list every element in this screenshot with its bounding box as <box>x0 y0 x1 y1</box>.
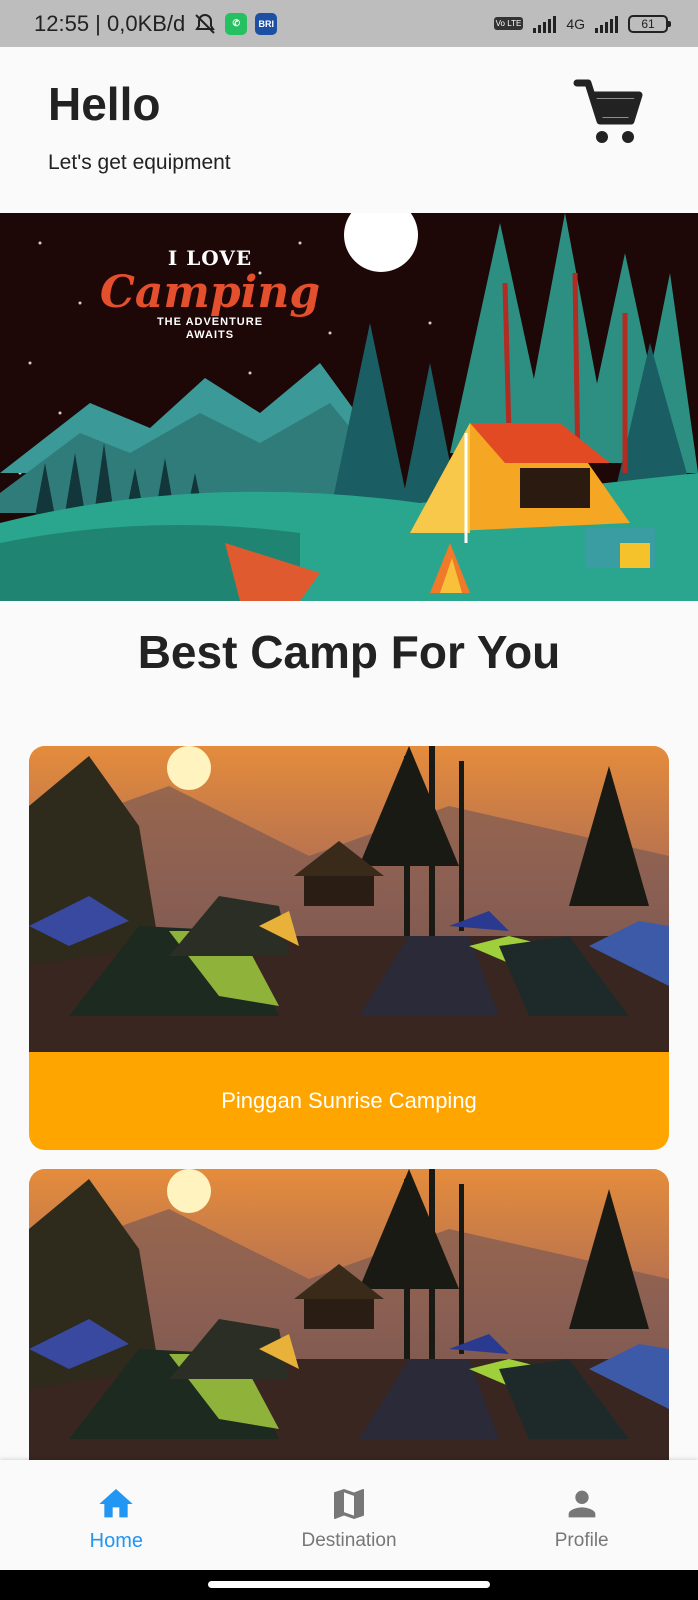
greeting-subtitle: Let's get equipment <box>48 151 231 174</box>
signal-icon-2 <box>595 15 618 33</box>
volte-icon: Vo LTE <box>493 17 524 30</box>
camp-card[interactable] <box>29 1169 669 1469</box>
camping-banner: I LOVE Camping THE ADVENTURE AWAITS <box>0 213 698 601</box>
home-icon <box>99 1489 133 1518</box>
signal-icon <box>533 15 557 33</box>
app-header: Hello Let's get equipment <box>0 47 698 213</box>
nav-destination[interactable]: Destination <box>233 1460 466 1570</box>
bri-app-icon: BRI <box>255 12 278 35</box>
status-bar: 12:55 | 0,0KB/d ✆ BRI Vo LTE 4G 61 <box>0 0 698 47</box>
nav-profile[interactable]: Profile <box>465 1460 698 1570</box>
home-gesture-pill[interactable] <box>208 1581 490 1588</box>
banner-title: I LOVE Camping THE ADVENTURE AWAITS <box>95 246 325 342</box>
section-title: Best Camp For You <box>137 626 561 678</box>
bottom-navigation: Home Destination Profile <box>0 1460 698 1570</box>
banner-line2: Camping <box>99 267 321 318</box>
camp-card-label: Pinggan Sunrise Camping <box>221 1088 477 1113</box>
camp-photo <box>29 1169 669 1469</box>
banner-line4: AWAITS <box>185 329 235 341</box>
greeting-title: Hello <box>48 78 161 130</box>
whatsapp-icon: ✆ <box>225 12 248 35</box>
camp-card[interactable]: Pinggan Sunrise Camping <box>29 746 669 1150</box>
map-icon <box>334 1489 364 1519</box>
battery-icon: 61 <box>628 14 671 33</box>
battery-level: 61 <box>641 16 655 31</box>
cart-icon[interactable] <box>573 77 645 149</box>
status-right: Vo LTE 4G 61 <box>493 14 671 33</box>
status-left: 12:55 | 0,0KB/d ✆ BRI <box>34 10 278 37</box>
mute-icon <box>195 13 216 34</box>
person-icon <box>568 1490 596 1518</box>
nav-home[interactable]: Home <box>0 1460 233 1570</box>
nav-home-label: Home <box>89 1530 144 1552</box>
nav-profile-label: Profile <box>554 1530 609 1551</box>
network-type: 4G <box>566 15 585 32</box>
camp-photo <box>29 746 669 1052</box>
status-time: 12:55 | 0,0KB/d <box>34 10 186 36</box>
nav-destination-label: Destination <box>301 1530 397 1551</box>
system-nav-bar <box>0 1570 698 1600</box>
